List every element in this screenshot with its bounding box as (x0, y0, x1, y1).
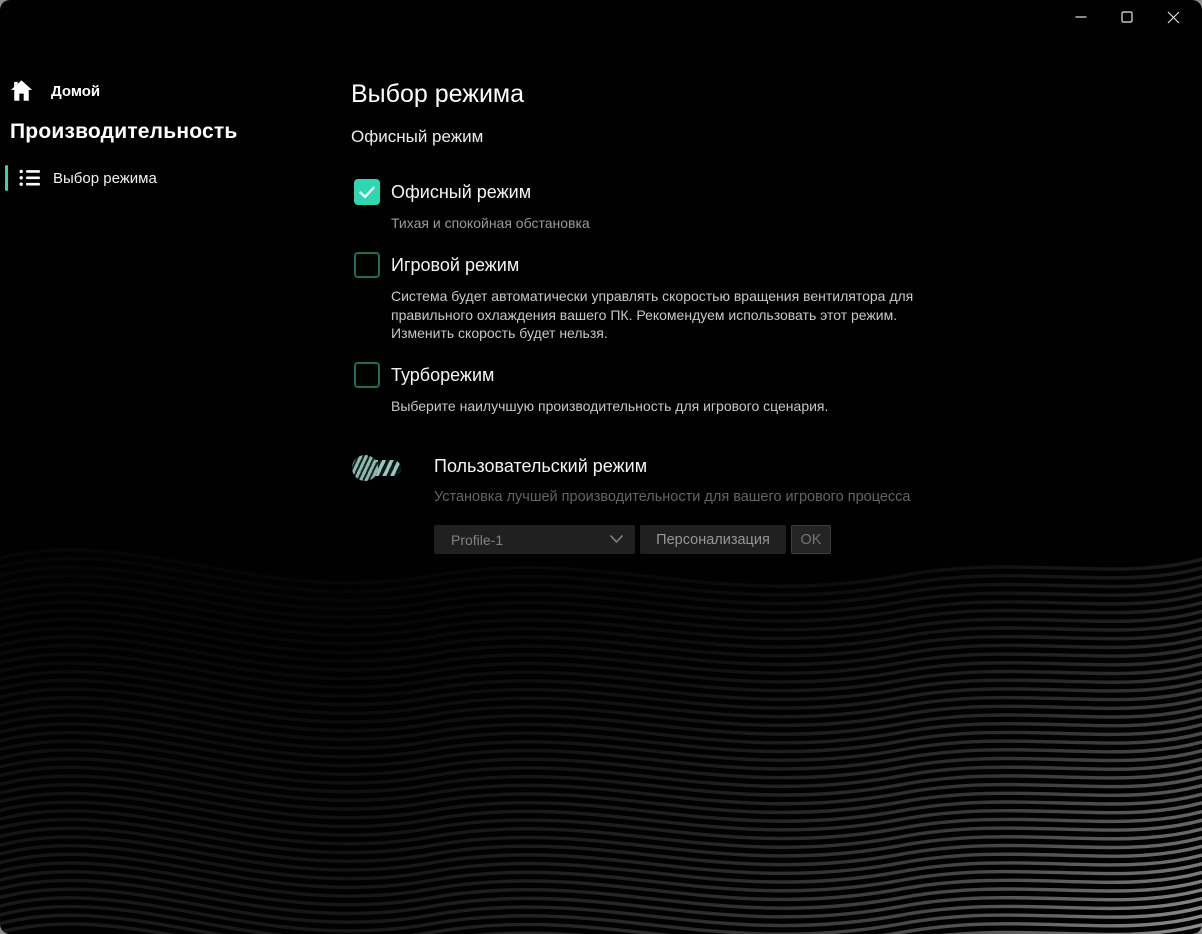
game-mode-description-line: Изменить скорость будет нельзя. (391, 325, 608, 341)
sidebar-item-label: Выбор режима (53, 169, 157, 187)
app-window: Домой Производительность Выбор режима Вы… (0, 0, 1202, 934)
office-mode-checkbox[interactable] (354, 179, 380, 205)
custom-mode-controls: Profile-1 Персонализация OK (434, 525, 911, 554)
current-mode-subtitle: Офисный режим (351, 127, 484, 146)
page-title: Выбор режима (351, 80, 525, 108)
sidebar-item-home[interactable]: Домой (8, 78, 100, 104)
sidebar-home-label: Домой (51, 82, 101, 100)
toggle-knob (352, 455, 378, 481)
window-controls (1058, 0, 1196, 34)
mode-row-office: Офисный режим Тихая и спокойная обстанов… (354, 179, 590, 233)
checkmark-icon (359, 186, 375, 198)
office-mode-description: Тихая и спокойная обстановка (391, 215, 590, 231)
sidebar-section-title: Производительность (10, 120, 238, 143)
maximize-icon (1121, 11, 1133, 23)
active-item-accent-bar (5, 165, 8, 191)
custom-mode-section: Пользовательский режим Установка лучшей … (352, 453, 911, 554)
game-mode-description-line: правильного охлаждения вашего ПК. Рекоме… (391, 306, 898, 323)
custom-mode-description: Установка лучшей производительности для … (434, 489, 911, 505)
game-mode-checkbox[interactable] (354, 252, 380, 278)
office-mode-label: Офисный режим (391, 182, 532, 202)
close-button[interactable] (1150, 0, 1196, 34)
personalize-button[interactable]: Персонализация (640, 525, 786, 554)
minimize-button[interactable] (1058, 0, 1104, 34)
chevron-down-icon (609, 535, 624, 544)
mode-row-game: Игровой режим Система будет автоматическ… (354, 252, 913, 343)
home-icon (10, 80, 33, 101)
profile-dropdown-value: Profile-1 (451, 531, 504, 548)
sidebar-item-mode-selection[interactable]: Выбор режима (0, 163, 300, 193)
ok-button[interactable]: OK (791, 525, 831, 554)
close-icon (1167, 11, 1179, 23)
game-mode-description: Система будет автоматически управлять ск… (391, 287, 913, 343)
sidebar: Домой Производительность Выбор режима (0, 0, 340, 934)
minimize-icon (1075, 16, 1087, 18)
list-icon (19, 169, 40, 186)
profile-dropdown[interactable]: Profile-1 (434, 525, 635, 554)
game-mode-description-line: Система будет автоматически управлять ск… (391, 288, 914, 304)
mode-row-turbo: Турборежим Выберите наилучшую производит… (354, 362, 828, 416)
maximize-button[interactable] (1104, 0, 1150, 34)
turbo-mode-checkbox[interactable] (354, 362, 380, 388)
custom-mode-toggle[interactable] (352, 455, 402, 481)
turbo-mode-label: Турборежим (391, 365, 495, 385)
game-mode-label: Игровой режим (391, 255, 520, 275)
custom-mode-label: Пользовательский режим (434, 456, 648, 476)
turbo-mode-description: Выберите наилучшую производительность дл… (391, 398, 829, 414)
